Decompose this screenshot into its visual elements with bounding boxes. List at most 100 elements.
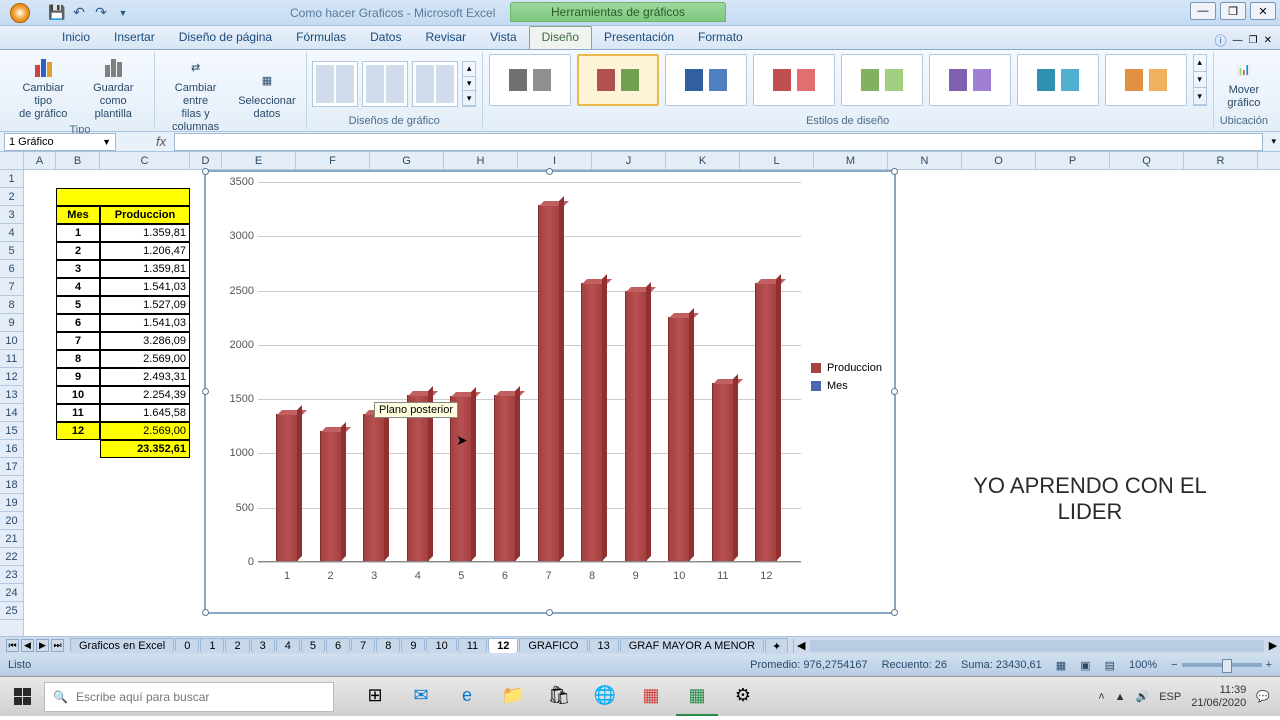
chart-bar[interactable] (276, 414, 298, 562)
save-as-template-button[interactable]: Guardar como plantilla (79, 54, 148, 123)
row-header[interactable]: 25 (0, 602, 23, 620)
scroll-left-button[interactable]: ◀ (794, 639, 808, 652)
tab-diseno[interactable]: Diseño (529, 26, 592, 49)
cell[interactable] (56, 188, 190, 206)
close-button[interactable]: ✕ (1250, 2, 1276, 20)
zoom-slider[interactable] (1182, 663, 1262, 667)
row-header[interactable]: 7 (0, 278, 23, 296)
chart-style-2[interactable] (577, 54, 659, 106)
row-header[interactable]: 12 (0, 368, 23, 386)
cell[interactable]: 2.493,31 (100, 368, 190, 386)
chevron-down-icon[interactable]: ▼ (102, 137, 111, 147)
column-header[interactable]: M (814, 152, 888, 169)
row-header[interactable]: 8 (0, 296, 23, 314)
obs-icon[interactable]: ⚙ (722, 678, 764, 716)
column-header[interactable]: N (888, 152, 962, 169)
zoom-level[interactable]: 100% (1129, 659, 1157, 671)
tab-revisar[interactable]: Revisar (413, 27, 478, 49)
row-header[interactable]: 22 (0, 548, 23, 566)
sheet-tab[interactable]: 0 (175, 638, 199, 653)
legend-item[interactable]: Produccion (811, 362, 882, 374)
app-icon[interactable]: ▦ (630, 678, 672, 716)
chart-bar[interactable] (581, 283, 603, 562)
chart-bar[interactable] (450, 396, 472, 562)
style-gallery-scroll[interactable]: ▴▾▾ (1193, 54, 1207, 106)
cell[interactable]: 8 (56, 350, 100, 368)
chart-legend[interactable]: Produccion Mes (811, 362, 882, 398)
row-header[interactable]: 14 (0, 404, 23, 422)
cell[interactable]: 3.286,09 (100, 332, 190, 350)
close-workbook-icon[interactable]: ✕ (1264, 35, 1272, 46)
resize-handle[interactable] (202, 388, 209, 395)
cell[interactable]: Mes (56, 206, 100, 224)
chart-style-8[interactable] (1105, 54, 1187, 106)
cell[interactable]: 1 (56, 224, 100, 242)
column-header[interactable]: K (666, 152, 740, 169)
sheet-tab[interactable]: GRAF MAYOR A MENOR (620, 638, 764, 653)
column-header[interactable]: F (296, 152, 370, 169)
tab-formulas[interactable]: Fórmulas (284, 27, 358, 49)
sheet-tab[interactable]: 10 (426, 638, 456, 653)
row-header[interactable]: 5 (0, 242, 23, 260)
row-header[interactable]: 21 (0, 530, 23, 548)
sheet-tab[interactable]: 9 (401, 638, 425, 653)
switch-row-column-button[interactable]: ⇄ Cambiar entre filas y columnas (161, 54, 230, 136)
sheet-tab[interactable]: 4 (276, 638, 300, 653)
next-sheet-button[interactable]: ▶ (36, 639, 49, 652)
sheet-tab-active[interactable]: 12 (488, 638, 518, 653)
mail-icon[interactable]: ✉ (400, 678, 442, 716)
minimize-ribbon-icon[interactable]: — (1233, 35, 1243, 46)
cell[interactable]: 1.541,03 (100, 278, 190, 296)
sheet-tab[interactable]: 11 (458, 638, 487, 653)
column-header[interactable]: L (740, 152, 814, 169)
volume-icon[interactable]: 🔊 (1136, 690, 1150, 703)
column-header[interactable]: B (56, 152, 100, 169)
edge-icon[interactable]: e (446, 678, 488, 716)
cell[interactable]: 1.645,58 (100, 404, 190, 422)
redo-icon[interactable]: ↷ (92, 4, 110, 22)
last-sheet-button[interactable]: ⏭ (51, 639, 64, 652)
chart-bar[interactable] (538, 205, 560, 562)
cell[interactable]: 1.206,47 (100, 242, 190, 260)
tab-vista[interactable]: Vista (478, 27, 528, 49)
sheet-tab[interactable]: 3 (251, 638, 275, 653)
maximize-button[interactable]: ❐ (1220, 2, 1246, 20)
sheet-tab[interactable]: GRAFICO (519, 638, 587, 653)
sheet-tab[interactable]: 2 (225, 638, 249, 653)
cell[interactable]: 12 (56, 422, 100, 440)
chart-bar[interactable] (668, 317, 690, 562)
row-header[interactable]: 6 (0, 260, 23, 278)
sheet-tab[interactable]: 6 (326, 638, 350, 653)
row-header[interactable]: 2 (0, 188, 23, 206)
cell[interactable]: 2.569,00 (100, 350, 190, 368)
sheet-tab[interactable]: 7 (351, 638, 375, 653)
cell[interactable]: 2.254,39 (100, 386, 190, 404)
sheet-tab[interactable]: 13 (589, 638, 619, 653)
column-header[interactable]: G (370, 152, 444, 169)
file-explorer-icon[interactable]: 📁 (492, 678, 534, 716)
taskbar-search[interactable]: 🔍Escribe aquí para buscar (44, 682, 334, 712)
help-icon[interactable]: ⓘ (1215, 32, 1227, 49)
chart-style-1[interactable] (489, 54, 571, 106)
resize-handle[interactable] (891, 609, 898, 616)
tab-diseno-pagina[interactable]: Diseño de página (167, 27, 284, 49)
cell[interactable]: 1.527,09 (100, 296, 190, 314)
row-header[interactable]: 1 (0, 170, 23, 188)
resize-handle[interactable] (546, 609, 553, 616)
column-header[interactable]: O (962, 152, 1036, 169)
horizontal-scrollbar[interactable] (810, 640, 1264, 652)
column-header[interactable]: Q (1110, 152, 1184, 169)
row-header[interactable]: 9 (0, 314, 23, 332)
row-header[interactable]: 3 (0, 206, 23, 224)
notifications-icon[interactable]: 💬 (1256, 690, 1270, 703)
sheet-tab[interactable]: 5 (301, 638, 325, 653)
chart-layout-2[interactable] (362, 61, 408, 107)
view-pagebreak-icon[interactable]: ▤ (1105, 659, 1115, 672)
column-header[interactable]: I (518, 152, 592, 169)
legend-item[interactable]: Mes (811, 380, 882, 392)
chart-bar[interactable] (320, 431, 342, 562)
start-button[interactable] (0, 677, 44, 717)
scroll-right-button[interactable]: ▶ (1266, 639, 1280, 652)
resize-handle[interactable] (546, 168, 553, 175)
cell[interactable]: 1.359,81 (100, 224, 190, 242)
